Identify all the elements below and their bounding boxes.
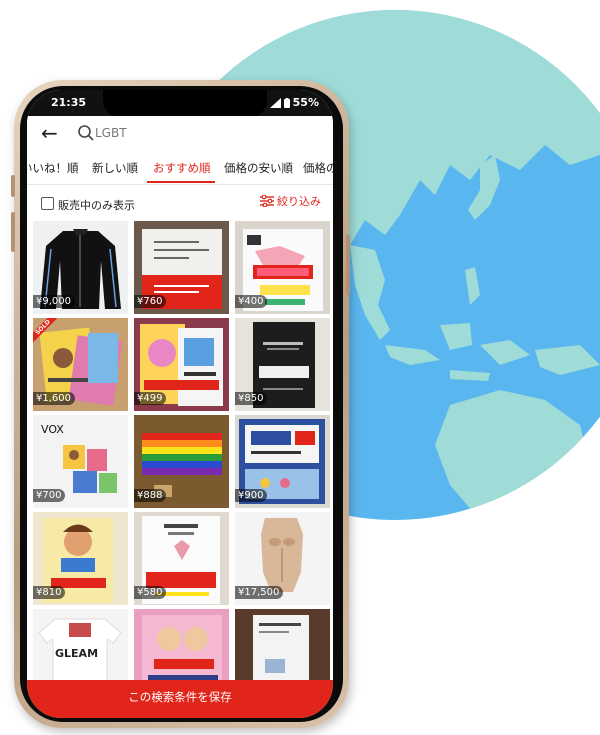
- signal-icon: [269, 97, 281, 108]
- status-bar: 21:35 55%: [27, 90, 333, 118]
- price-tag: ¥580: [134, 586, 167, 599]
- price-tag: ¥1,600: [33, 392, 75, 405]
- price-tag: ¥499: [134, 392, 167, 405]
- filter-button[interactable]: 絞り込み: [260, 193, 321, 209]
- search-icon[interactable]: [77, 124, 95, 142]
- phone-side-button: [11, 175, 15, 197]
- phone-screen: 21:35 55% ← LGBT いいね！順 新しい順 おすすめ順 価格の安い順…: [27, 90, 333, 718]
- price-tag: ¥810: [33, 586, 66, 599]
- price-tag: ¥900: [235, 489, 268, 502]
- tab-likes-order[interactable]: いいね！順: [27, 160, 79, 176]
- item-tile[interactable]: SOLD ¥1,600: [33, 318, 128, 411]
- phone-side-button: [11, 212, 15, 252]
- tab-price-high-order[interactable]: 価格の: [303, 160, 333, 176]
- phone-side-button: [346, 235, 350, 295]
- price-tag: ¥700: [33, 489, 66, 502]
- save-search-button[interactable]: この検索条件を保存: [27, 680, 333, 718]
- item-tile[interactable]: ¥499: [134, 318, 229, 411]
- item-tile[interactable]: ¥810: [33, 512, 128, 605]
- item-tile[interactable]: ¥760: [134, 221, 229, 314]
- tab-price-low-order[interactable]: 価格の安い順: [224, 160, 293, 176]
- battery-icon: [283, 97, 290, 108]
- item-tile[interactable]: ¥400: [235, 221, 330, 314]
- price-tag: ¥760: [134, 295, 167, 308]
- status-time: 21:35: [51, 96, 87, 109]
- price-tag: ¥400: [235, 295, 268, 308]
- price-tag: ¥9,000: [33, 295, 75, 308]
- tab-recommended-order[interactable]: おすすめ順: [153, 160, 211, 176]
- search-header: ← LGBT: [27, 116, 333, 152]
- sort-tabs: いいね！順 新しい順 おすすめ順 価格の安い順 価格の: [27, 152, 333, 185]
- price-tag: ¥17,500: [235, 586, 284, 599]
- item-tile[interactable]: ¥900: [235, 415, 330, 508]
- on-sale-checkbox[interactable]: [41, 197, 54, 210]
- filter-sliders-icon: [260, 195, 274, 207]
- item-tile[interactable]: VOX ¥700: [33, 415, 128, 508]
- price-tag: ¥850: [235, 392, 268, 405]
- status-indicators: 55%: [269, 96, 319, 109]
- price-tag: ¥888: [134, 489, 167, 502]
- item-tile[interactable]: ¥888: [134, 415, 229, 508]
- back-arrow-icon[interactable]: ←: [41, 122, 58, 144]
- item-tile[interactable]: ¥850: [235, 318, 330, 411]
- active-tab-underline: [147, 181, 215, 183]
- filter-row: 販売中のみ表示 絞り込み: [27, 185, 333, 219]
- tab-newest-order[interactable]: 新しい順: [92, 160, 138, 176]
- item-tile[interactable]: ¥580: [134, 512, 229, 605]
- item-tile[interactable]: ¥9,000: [33, 221, 128, 314]
- item-tile[interactable]: ¥17,500: [235, 512, 330, 605]
- search-input[interactable]: LGBT: [95, 126, 127, 140]
- battery-percent: 55%: [292, 96, 319, 109]
- camera-notch: [103, 90, 267, 118]
- filter-label: 絞り込み: [277, 195, 321, 208]
- item-caption: VOX: [41, 423, 64, 436]
- item-caption: GLEAM: [55, 647, 98, 660]
- on-sale-label: 販売中のみ表示: [58, 199, 135, 212]
